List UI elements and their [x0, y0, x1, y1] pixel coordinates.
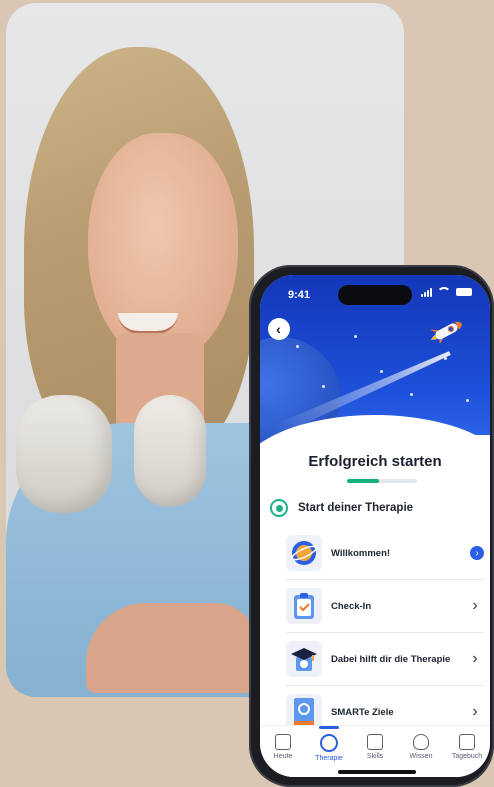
star — [322, 385, 325, 388]
planet-icon — [286, 535, 322, 571]
tab-label: Tagebuch — [451, 753, 483, 760]
list-item-label: Check-In — [331, 600, 372, 612]
page-title: Erfolgreich starten — [308, 453, 442, 470]
dynamic-island — [338, 285, 412, 305]
status-bar: 9:41 — [260, 275, 490, 311]
tab-label: Therapie — [315, 755, 343, 762]
tab-wissen[interactable]: Wissen — [398, 734, 444, 760]
headphone-left — [16, 395, 112, 513]
main-content: Erfolgreich starten Start deiner Therapi… — [260, 435, 490, 735]
bottom-tab-bar: Heute Therapie Skills Wissen Tagebuch — [260, 725, 490, 777]
chevron-right-icon: › — [472, 703, 478, 720]
headphone-right — [134, 395, 206, 507]
star — [354, 335, 357, 338]
star — [296, 345, 299, 348]
tab-skills[interactable]: Skills — [352, 734, 398, 760]
radio-dot-icon — [270, 499, 288, 517]
section-header: Start deiner Therapie — [270, 499, 413, 517]
chevron-right-icon: › — [472, 650, 478, 667]
notebook-icon — [459, 734, 475, 750]
list-item-label: Dabei hilft dir die Therapie — [331, 653, 451, 665]
home-indicator — [338, 770, 416, 774]
chevron-right-icon: › — [470, 546, 484, 560]
tab-label: Heute — [273, 753, 293, 760]
wifi-icon — [437, 287, 451, 297]
photo-hand — [86, 603, 256, 693]
star — [410, 393, 413, 396]
list-item-label: Willkommen! — [331, 547, 391, 559]
ring-icon — [320, 734, 338, 752]
star — [444, 357, 447, 360]
calendar-check-icon — [275, 734, 291, 750]
clipboard-check-icon — [286, 588, 322, 624]
list-item-check-in[interactable]: Check-In › — [286, 580, 484, 633]
briefcase-icon — [367, 734, 383, 750]
chevron-right-icon: › — [472, 597, 478, 614]
tab-label: Skills — [366, 753, 384, 760]
status-time: 9:41 — [288, 289, 311, 301]
hero-banner: 9:41 ‹ — [260, 275, 490, 475]
tab-label: Wissen — [409, 753, 433, 760]
star — [380, 370, 383, 373]
lesson-list: Willkommen! › Check-In › Dabei hilft dir… — [286, 527, 484, 738]
progress-bar — [347, 479, 417, 483]
lightbulb-icon — [413, 734, 429, 750]
signal-icon — [421, 287, 432, 297]
tab-heute[interactable]: Heute — [260, 734, 306, 760]
tab-tagebuch[interactable]: Tagebuch — [444, 734, 490, 760]
chevron-left-icon: ‹ — [276, 321, 281, 337]
tab-therapie[interactable]: Therapie — [306, 726, 352, 762]
list-item-label: SMARTe Ziele — [331, 706, 394, 718]
status-icons — [421, 287, 472, 297]
progress-fill — [347, 479, 379, 483]
star — [466, 399, 469, 402]
app-screen: 9:41 ‹ Erfolgreich starten Start deiner … — [260, 275, 490, 777]
list-item-willkommen[interactable]: Willkommen! › — [286, 527, 484, 580]
section-label: Start deiner Therapie — [298, 502, 414, 514]
list-item-dabei-hilft[interactable]: Dabei hilft dir die Therapie › — [286, 633, 484, 686]
graduation-cap-icon — [286, 641, 322, 677]
battery-icon — [456, 288, 472, 296]
phone-mockup: 9:41 ‹ Erfolgreich starten Start deiner … — [249, 265, 494, 787]
back-button[interactable]: ‹ — [268, 318, 290, 340]
rocket-icon — [429, 321, 462, 343]
